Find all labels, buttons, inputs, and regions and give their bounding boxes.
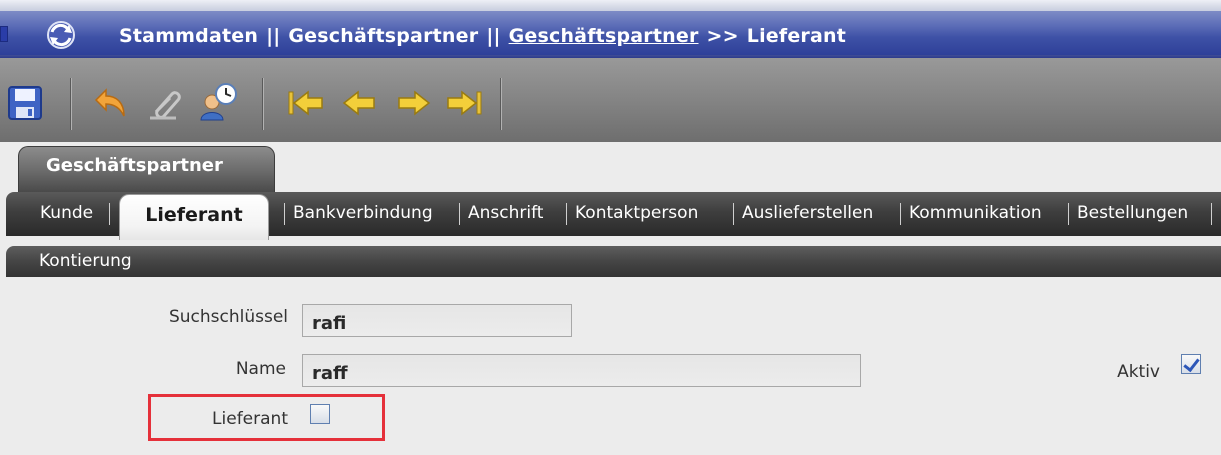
subtab-lieferant[interactable]: Lieferant	[119, 194, 269, 240]
subtab-divider	[109, 203, 110, 225]
title-bar-stub	[0, 26, 8, 42]
subtab-auslieferstellen[interactable]: Auslieferstellen	[742, 200, 873, 226]
subtab-kontaktperson[interactable]: Kontaktperson	[575, 200, 698, 226]
breadcrumb-separator: ||	[486, 25, 501, 47]
refresh-icon[interactable]	[44, 20, 78, 50]
attach-icon[interactable]	[146, 80, 186, 126]
undo-icon[interactable]	[94, 80, 134, 126]
subtab-divider	[733, 203, 734, 225]
name-label: Name	[235, 359, 286, 379]
subtab-divider	[566, 203, 567, 225]
breadcrumb: Stammdaten || Geschäftspartner || Geschäftsp…	[119, 23, 846, 49]
subtab-anschrift[interactable]: Anschrift	[468, 200, 543, 226]
toolbar-separator	[70, 78, 72, 130]
breadcrumb-stammdaten[interactable]: Stammdaten	[119, 25, 258, 47]
toolbar	[0, 58, 1221, 142]
subtab-kommunikation[interactable]: Kommunikation	[909, 200, 1042, 226]
next-record-icon[interactable]	[393, 80, 433, 126]
breadcrumb-geschaeftspartner-link[interactable]: Geschäftspartner	[509, 25, 699, 47]
toolbar-separator	[262, 78, 264, 130]
suchschluessel-input[interactable]: rafi	[302, 304, 572, 337]
subtab-bestellungen[interactable]: Bestellungen	[1077, 200, 1188, 226]
highlight-box	[148, 394, 385, 441]
first-record-icon[interactable]	[286, 80, 326, 126]
user-clock-icon[interactable]	[198, 80, 238, 126]
breadcrumb-geschaeftspartner[interactable]: Geschäftspartner	[288, 25, 478, 47]
aktiv-label: Aktiv	[1117, 362, 1160, 382]
toolbar-separator	[500, 78, 502, 130]
title-bar: Stammdaten || Geschäftspartner || Geschäftsp…	[0, 0, 1221, 58]
breadcrumb-separator: ||	[266, 25, 281, 47]
subtab-divider	[1068, 203, 1069, 225]
subtab-bankverbindung[interactable]: Bankverbindung	[293, 200, 433, 226]
save-icon[interactable]	[6, 80, 46, 126]
name-input[interactable]: raff	[302, 354, 861, 387]
subtab-divider	[284, 203, 285, 225]
breadcrumb-lieferant: Lieferant	[746, 25, 847, 47]
aktiv-checkbox[interactable]	[1181, 354, 1201, 374]
subtab-divider	[459, 203, 460, 225]
suchschluessel-label: Suchschlüssel	[168, 307, 288, 327]
subtab-divider	[900, 203, 901, 225]
tab-geschaeftspartner[interactable]: Geschäftspartner	[18, 146, 275, 192]
subtab-divider	[1211, 203, 1212, 225]
last-record-icon[interactable]	[444, 80, 484, 126]
breadcrumb-arrow: >>	[706, 25, 739, 47]
section-kontierung[interactable]: Kontierung	[6, 246, 1221, 277]
previous-record-icon[interactable]	[340, 80, 380, 126]
subtab-kunde[interactable]: Kunde	[40, 200, 93, 226]
